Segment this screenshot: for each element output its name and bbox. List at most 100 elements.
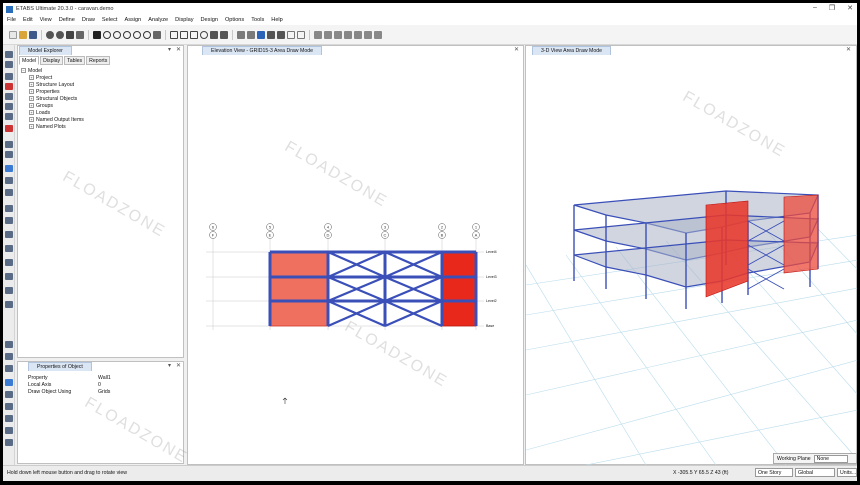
- draw-wall-tool-icon[interactable]: [5, 165, 13, 172]
- menu-analyze[interactable]: Analyze: [148, 17, 168, 23]
- draw-x-brace-icon[interactable]: [5, 125, 13, 132]
- save-icon[interactable]: [29, 30, 37, 39]
- menu-file[interactable]: File: [7, 17, 16, 23]
- draw-beam-icon[interactable]: [5, 113, 13, 120]
- menu-options[interactable]: Options: [225, 17, 244, 23]
- working-plane-select[interactable]: None: [813, 454, 848, 463]
- draw-slab-rebar-icon[interactable]: [5, 245, 13, 252]
- reshape-icon[interactable]: [5, 61, 13, 68]
- display-icon[interactable]: [247, 30, 255, 39]
- menu-display[interactable]: Display: [175, 17, 193, 23]
- zoom-in-icon[interactable]: [103, 30, 111, 39]
- explorer-pin-icon[interactable]: ▾: [168, 46, 171, 53]
- section-icon[interactable]: [314, 30, 322, 39]
- plan-view-icon[interactable]: [180, 30, 188, 39]
- draw-rect-floor-icon[interactable]: [5, 151, 13, 158]
- zoom-out-icon[interactable]: [113, 30, 121, 39]
- zoom-previous-icon[interactable]: [133, 30, 141, 39]
- up-icon[interactable]: [210, 30, 218, 39]
- menu-design[interactable]: Design: [201, 17, 218, 23]
- joint-icon[interactable]: [324, 30, 332, 39]
- draw-frame-tool-icon[interactable]: [5, 83, 13, 90]
- tab-display[interactable]: Display: [40, 56, 64, 65]
- pen-icon[interactable]: [66, 30, 74, 39]
- open-icon[interactable]: [19, 30, 27, 39]
- new-icon[interactable]: [9, 30, 17, 39]
- expand-icon[interactable]: +: [29, 117, 34, 123]
- elevation-close-icon[interactable]: ✕: [514, 46, 519, 53]
- units-button[interactable]: Units...: [837, 468, 857, 477]
- snap-points-icon[interactable]: [5, 379, 13, 386]
- expand-icon[interactable]: +: [29, 124, 34, 130]
- snap-ends-icon[interactable]: [5, 391, 13, 398]
- draw-link-icon[interactable]: [5, 205, 13, 212]
- tab-model[interactable]: Model: [19, 56, 40, 65]
- snap-perpendicular-icon[interactable]: [5, 415, 13, 422]
- undo-icon[interactable]: [46, 30, 54, 39]
- menu-select[interactable]: Select: [102, 17, 118, 23]
- draw-section-cut-icon[interactable]: [5, 273, 13, 280]
- zoom-window-icon[interactable]: [123, 30, 131, 39]
- elevation-icon[interactable]: [190, 30, 198, 39]
- story-select[interactable]: One Story: [755, 468, 793, 477]
- pan-icon[interactable]: [153, 30, 161, 39]
- elevation-drawing[interactable]: 6 5 4 3 2 1 F E D C B A Level4 Level3 Le…: [188, 55, 525, 465]
- tree-item-project[interactable]: + Project: [21, 75, 84, 82]
- 3d-model-drawing[interactable]: [526, 55, 857, 465]
- menu-edit[interactable]: Edit: [23, 17, 33, 23]
- get-previous-selection-icon[interactable]: [5, 353, 13, 360]
- 3d-close-icon[interactable]: ✕: [846, 46, 851, 53]
- object-shrink-icon[interactable]: [237, 30, 245, 39]
- menu-help[interactable]: Help: [271, 17, 283, 23]
- prop-row[interactable]: Draw Object Using Grids: [28, 389, 111, 396]
- tree-item-structure-layout[interactable]: + Structure Layout: [21, 82, 84, 89]
- menu-tools[interactable]: Tools: [251, 17, 264, 23]
- rotate-icon[interactable]: [200, 30, 208, 39]
- more-icon[interactable]: [374, 30, 382, 39]
- draw-tendon-icon[interactable]: [5, 231, 13, 238]
- shell-icon[interactable]: [344, 30, 352, 39]
- zoom-all-icon[interactable]: [143, 30, 151, 39]
- prop-row[interactable]: Local Axis 0: [28, 382, 111, 389]
- draw-joint-icon[interactable]: [5, 73, 13, 80]
- link-icon[interactable]: [354, 30, 362, 39]
- run-icon[interactable]: [93, 30, 101, 39]
- menu-view[interactable]: View: [40, 17, 52, 23]
- draw-frame-icon[interactable]: [267, 30, 275, 39]
- grid-icon[interactable]: [297, 30, 305, 39]
- draw-wall-icon[interactable]: [277, 30, 285, 39]
- expand-icon[interactable]: +: [29, 110, 34, 116]
- clear-selection-icon[interactable]: [5, 365, 13, 372]
- frame-icon[interactable]: [334, 30, 342, 39]
- collapse-icon[interactable]: −: [21, 68, 26, 74]
- snap-lines-icon[interactable]: [5, 427, 13, 434]
- restore-icon[interactable]: ❐: [829, 4, 835, 12]
- select-all-icon[interactable]: [5, 341, 13, 348]
- draw-opening-icon[interactable]: [5, 189, 13, 196]
- prop-row[interactable]: Property Wall1: [28, 375, 111, 382]
- expand-icon[interactable]: +: [29, 89, 34, 95]
- tree-item-properties[interactable]: + Properties: [21, 89, 84, 96]
- tree-item-named-output-items[interactable]: + Named Output Items: [21, 117, 84, 124]
- 3d-view-pane[interactable]: 3-D View Area Draw Mode ✕ FLOADZONE: [525, 45, 857, 465]
- snap-intersections-icon[interactable]: [5, 403, 13, 410]
- props-pin-icon[interactable]: ▾: [168, 362, 171, 369]
- draw-wall-stacks-icon[interactable]: [5, 177, 13, 184]
- down-icon[interactable]: [220, 30, 228, 39]
- 3d-view-tab[interactable]: 3-D View Area Draw Mode: [532, 46, 612, 55]
- draw-floor-icon[interactable]: [5, 141, 13, 148]
- draw-column-icon[interactable]: [5, 103, 13, 110]
- elevation-tab[interactable]: Elevation View - GRID15-3 Area Draw Mode: [202, 46, 322, 55]
- expand-icon[interactable]: +: [29, 96, 34, 102]
- tree-root[interactable]: − Model: [21, 68, 84, 75]
- menu-assign[interactable]: Assign: [124, 17, 141, 23]
- model-explorer-title[interactable]: Model Explorer: [19, 46, 72, 55]
- tab-tables[interactable]: Tables: [64, 56, 86, 65]
- 3d-view-icon[interactable]: [170, 30, 178, 39]
- menu-define[interactable]: Define: [59, 17, 75, 23]
- explorer-close-icon[interactable]: ✕: [176, 46, 181, 53]
- expand-icon[interactable]: +: [29, 82, 34, 88]
- properties-title[interactable]: Properties of Object: [28, 362, 92, 371]
- display-options-icon[interactable]: [287, 30, 295, 39]
- minimize-icon[interactable]: –: [813, 4, 817, 12]
